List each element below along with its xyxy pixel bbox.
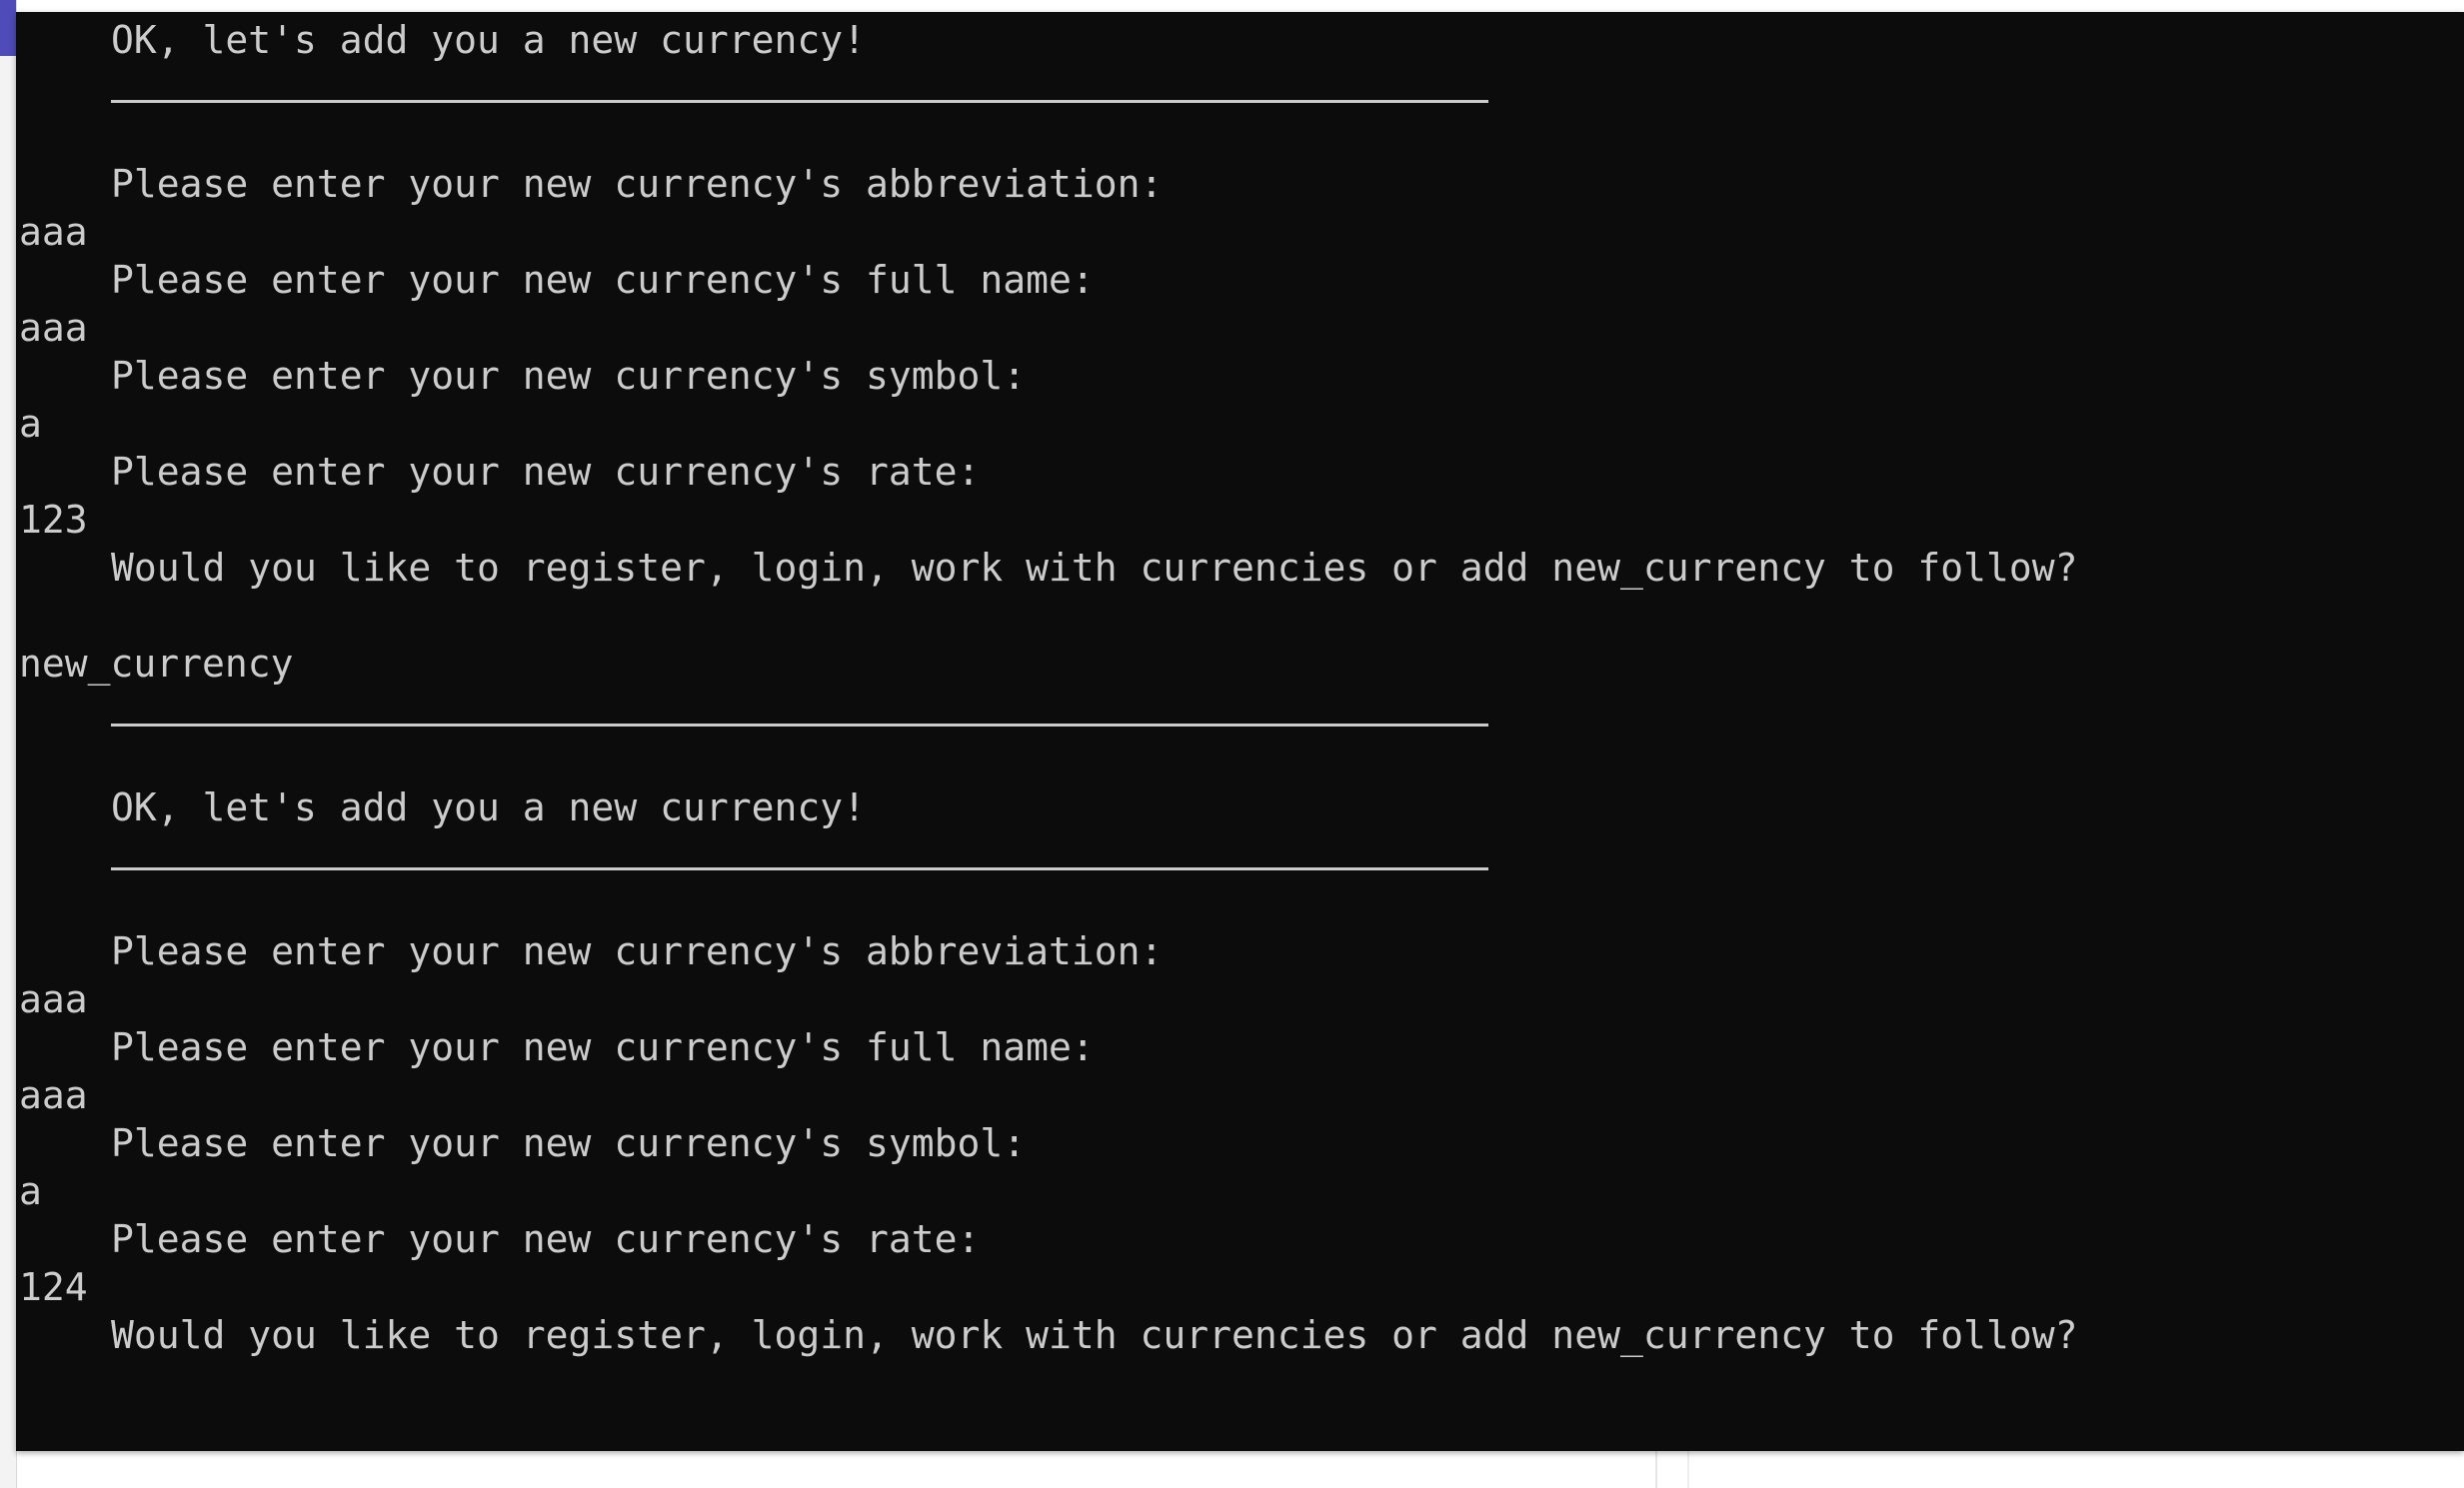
console-prompt-line: Please enter your new currency's full na…	[111, 258, 1095, 302]
console-prompt-line: OK, let's add you a new currency!	[111, 785, 866, 829]
console-prompt-line: Please enter your new currency's rate:	[111, 1217, 981, 1261]
console-prompt-line: Would you like to register, login, work …	[111, 1313, 2078, 1357]
background-window-divider	[1687, 1449, 1689, 1488]
console-user-input: 123	[19, 498, 88, 542]
console-output[interactable]: OK, let's add you a new currency! Please …	[19, 16, 2464, 1359]
console-user-input: a	[19, 1169, 42, 1213]
background-window-divider	[1655, 1449, 1657, 1488]
console-prompt-line: OK, let's add you a new currency!	[111, 18, 866, 62]
console-user-input: aaa	[19, 210, 88, 254]
console-prompt-line: Please enter your new currency's abbrevi…	[111, 162, 1164, 206]
separator-rule	[111, 688, 1488, 736]
console-user-input: aaa	[19, 977, 88, 1021]
separator-rule	[111, 831, 1488, 879]
console-prompt-line: Please enter your new currency's abbrevi…	[111, 929, 1164, 973]
console-prompt-line: Please enter your new currency's full na…	[111, 1025, 1095, 1069]
console-user-input: new_currency	[19, 642, 294, 686]
console-user-input: 124	[19, 1265, 88, 1309]
console-window[interactable]: OK, let's add you a new currency! Please …	[16, 12, 2464, 1451]
console-prompt-line: Please enter your new currency's rate:	[111, 450, 981, 494]
console-prompt-line: Please enter your new currency's symbol:	[111, 1121, 1027, 1165]
console-user-input: aaa	[19, 306, 88, 350]
background-window-strip	[0, 0, 17, 1488]
console-prompt-line: Please enter your new currency's symbol:	[111, 354, 1027, 398]
console-user-input: a	[19, 402, 42, 446]
console-prompt-line: Would you like to register, login, work …	[111, 546, 2078, 590]
background-window-accent	[0, 0, 16, 56]
separator-rule	[111, 64, 1488, 112]
console-user-input: aaa	[19, 1073, 88, 1117]
